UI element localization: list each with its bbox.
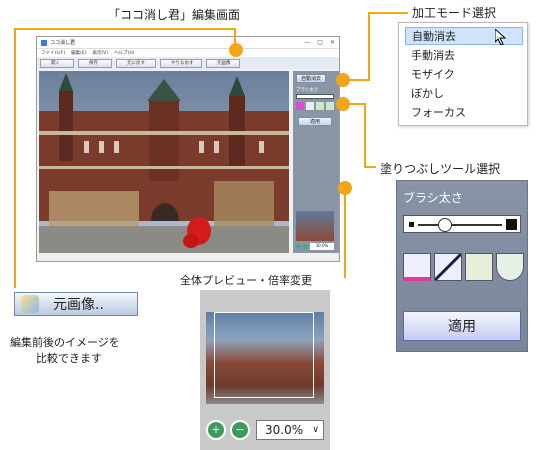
pen-tool-icon[interactable] bbox=[403, 253, 431, 281]
brush-slider-thumb[interactable] bbox=[438, 218, 452, 232]
save-button[interactable]: 保存 bbox=[78, 58, 112, 68]
leader-original bbox=[14, 28, 16, 288]
compare-caption-line2: 比較できます bbox=[36, 352, 102, 365]
menu-help[interactable]: ヘルプ(H) bbox=[114, 50, 134, 56]
original-image-button[interactable]: 元画像.. bbox=[14, 292, 138, 316]
app-icon bbox=[41, 39, 47, 46]
mode-dropdown: 自動消去 手動消去 モザイク ぼかし フォーカス bbox=[398, 22, 528, 126]
zoom-field-small[interactable]: 30.0% bbox=[310, 243, 334, 250]
leader-mode-top bbox=[368, 12, 408, 14]
leader-mode-v bbox=[368, 12, 370, 81]
zoom-out-icon[interactable]: − bbox=[230, 420, 250, 440]
menu-edit[interactable]: 編集(E) bbox=[71, 50, 86, 56]
brush-tool-caption: 塗りつぶしツール選択 bbox=[380, 162, 501, 176]
rect-tool-icon[interactable] bbox=[465, 253, 493, 281]
photo-canvas[interactable] bbox=[39, 71, 289, 253]
mode-item-focus[interactable]: フォーカス bbox=[405, 103, 523, 121]
leader-brush-v bbox=[364, 103, 366, 167]
fill-tool-row bbox=[403, 253, 524, 281]
menu-bar: ファイル(F) 編集(E) 表示(V) ヘルプ(H) bbox=[37, 49, 339, 57]
brush-size-track[interactable] bbox=[403, 215, 521, 233]
undo-button[interactable]: 元に戻す bbox=[116, 58, 156, 68]
close-button[interactable]: ✕ bbox=[330, 39, 335, 46]
mode-select-button[interactable]: 自動消去 bbox=[296, 74, 326, 83]
marker-mode bbox=[336, 73, 350, 87]
brush-panel: ブラシ太さ 適用 bbox=[396, 180, 528, 352]
menu-view[interactable]: 表示(V) bbox=[92, 50, 108, 56]
brush-size-slider[interactable] bbox=[296, 94, 334, 99]
chevron-down-icon: ∨ bbox=[312, 425, 319, 435]
open-button[interactable]: 開く bbox=[40, 58, 74, 68]
marker-brush bbox=[336, 97, 350, 111]
mode-item-mosaic[interactable]: モザイク bbox=[405, 65, 523, 83]
side-panel: 自動消去 ブラシ太さ 適用 30.0% bbox=[293, 71, 339, 253]
brush-slider-line bbox=[418, 224, 502, 226]
redo-button[interactable]: やりなおす bbox=[160, 58, 202, 68]
leader-brush-bottom bbox=[364, 166, 376, 168]
apply-button-small[interactable]: 適用 bbox=[298, 117, 332, 126]
brush-max-icon bbox=[506, 219, 517, 230]
toolbar: 開く 保存 元に戻す やりなおす 元画像 bbox=[37, 57, 339, 69]
brush-size-label: ブラシ太さ bbox=[296, 88, 319, 93]
window-title: ココ消し君 bbox=[50, 40, 76, 46]
zoom-select[interactable]: 30.0% ∨ bbox=[256, 420, 324, 440]
screen-title: 「ココ消し君」編集画面 bbox=[108, 8, 241, 22]
original-image-label: 元画像.. bbox=[53, 297, 104, 313]
marker-original-button bbox=[229, 43, 243, 57]
leader-original-top bbox=[14, 28, 236, 30]
preview-panel: + − 30.0% ∨ bbox=[200, 290, 330, 450]
maximize-button[interactable]: □ bbox=[317, 39, 323, 46]
brush-icon[interactable] bbox=[296, 102, 304, 110]
original-image-button-small[interactable]: 元画像 bbox=[206, 58, 240, 68]
rect-icon[interactable] bbox=[316, 102, 324, 110]
zoom-out-icon-small[interactable] bbox=[303, 244, 308, 249]
app-window: ココ消し君 — □ ✕ ファイル(F) 編集(E) 表示(V) ヘルプ(H) 開… bbox=[36, 36, 340, 262]
zoom-in-icon[interactable]: + bbox=[206, 420, 226, 440]
castle-photo bbox=[39, 71, 289, 253]
preview-viewport-frame[interactable] bbox=[214, 312, 314, 398]
brush-panel-title: ブラシ太さ bbox=[403, 191, 463, 205]
line-tool-icon[interactable] bbox=[434, 253, 462, 281]
apply-button[interactable]: 適用 bbox=[403, 311, 521, 341]
leader-mode-h bbox=[350, 79, 370, 81]
circle-icon[interactable] bbox=[326, 102, 334, 110]
leader-original-down bbox=[234, 28, 236, 44]
compare-caption-line1: 編集前後のイメージを bbox=[10, 336, 120, 349]
line-icon[interactable] bbox=[306, 102, 314, 110]
zoom-in-icon-small[interactable] bbox=[296, 244, 301, 249]
preview-thumbnail bbox=[296, 211, 334, 241]
image-icon bbox=[21, 295, 39, 313]
mode-select-caption: 加工モード選択 bbox=[412, 6, 497, 20]
mode-item-manual[interactable]: 手動消去 bbox=[405, 46, 523, 64]
cursor-icon bbox=[495, 29, 507, 45]
preview-zoom-caption: 全体プレビュー・倍率変更 bbox=[180, 274, 312, 287]
leader-preview bbox=[344, 190, 346, 278]
menu-file[interactable]: ファイル(F) bbox=[41, 50, 65, 56]
zoom-value: 30.0% bbox=[265, 423, 304, 437]
ellipse-tool-icon[interactable] bbox=[496, 253, 524, 281]
title-bar: ココ消し君 — □ ✕ bbox=[37, 37, 339, 49]
minimize-button[interactable]: — bbox=[304, 39, 310, 46]
mode-item-blur[interactable]: ぼかし bbox=[405, 84, 523, 102]
preview-image bbox=[206, 312, 324, 404]
brush-min-icon bbox=[409, 222, 414, 227]
brush-tool-row bbox=[296, 102, 334, 110]
